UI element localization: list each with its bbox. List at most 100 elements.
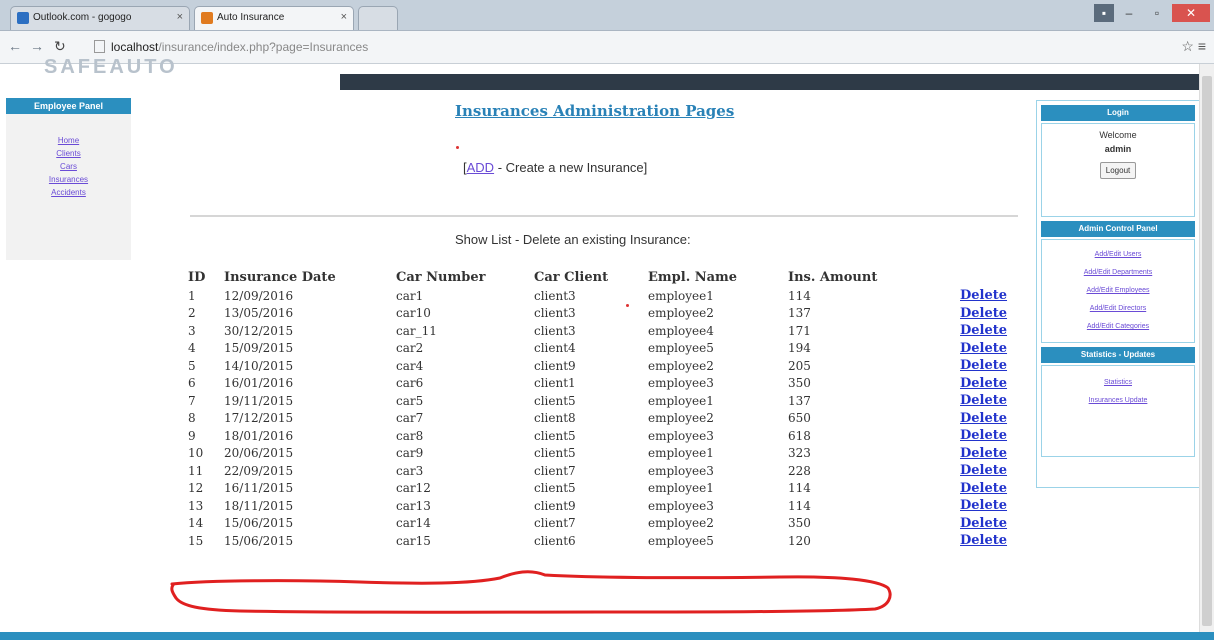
forward-arrow-icon[interactable]: → <box>30 38 44 54</box>
delete-link[interactable]: Delete <box>960 480 1030 498</box>
employee-panel-title: Employee Panel <box>6 98 131 114</box>
cell-car-number: car10 <box>396 306 431 321</box>
delete-link[interactable]: Delete <box>960 305 1030 323</box>
admin-link-departments[interactable]: Add/Edit Departments <box>1042 264 1194 282</box>
cell-insurance-date: 18/01/2016 <box>224 428 294 443</box>
cell-car-client: client5 <box>534 446 576 461</box>
nav-link-clients[interactable]: Clients <box>6 147 131 160</box>
cell-car-number: car14 <box>396 516 431 531</box>
cell-car-client: client4 <box>534 341 576 356</box>
delete-link[interactable]: Delete <box>960 392 1030 410</box>
delete-link[interactable]: Delete <box>960 497 1030 515</box>
cell-employee-name: employee3 <box>648 428 714 443</box>
cell-id: 1 <box>188 288 196 303</box>
admin-panel-title: Admin Control Panel <box>1041 221 1195 237</box>
tab-close-icon[interactable]: × <box>341 11 347 23</box>
cell-car-number: car1 <box>396 288 424 303</box>
cell-insurance-amount: 137 <box>788 393 811 408</box>
cell-id: 11 <box>188 463 204 478</box>
new-tab-button[interactable] <box>358 6 398 30</box>
table-row: 1 12/09/2016 car1 client3 employee1 114 Delete <box>188 287 1030 305</box>
admin-link-users[interactable]: Add/Edit Users <box>1042 246 1194 264</box>
tab-auto-insurance[interactable]: Auto Insurance × <box>194 6 354 30</box>
cell-insurance-date: 30/12/2015 <box>224 323 294 338</box>
address-bar[interactable]: localhost/insurance/index.php?page=Insur… <box>94 37 1144 57</box>
table-row: 7 19/11/2015 car5 client5 employee1 137 Delete <box>188 392 1030 410</box>
delete-link[interactable]: Delete <box>960 462 1030 480</box>
delete-link[interactable]: Delete <box>960 375 1030 393</box>
nav-link-accidents[interactable]: Accidents <box>6 186 131 199</box>
cell-car-client: client7 <box>534 516 576 531</box>
table-row: 10 20/06/2015 car9 client5 employee1 323 Delet… <box>188 445 1030 463</box>
minimize-button[interactable]: – <box>1116 4 1142 22</box>
delete-link[interactable]: Delete <box>960 410 1030 428</box>
table-row: 5 14/10/2015 car4 client9 employee2 205 Delete <box>188 357 1030 375</box>
delete-link[interactable]: Delete <box>960 357 1030 375</box>
delete-link[interactable]: Delete <box>960 322 1030 340</box>
divider <box>190 215 1018 217</box>
employee-panel-links: Home Clients Cars Insurances Accidents <box>6 114 131 199</box>
stats-panel-title: Statistics - Updates <box>1041 347 1195 363</box>
back-arrow-icon[interactable]: ← <box>8 38 22 54</box>
delete-link[interactable]: Delete <box>960 515 1030 533</box>
cell-id: 5 <box>188 358 196 373</box>
cell-id: 4 <box>188 341 196 356</box>
tab-outlook[interactable]: Outlook.com - gogogo × <box>10 6 190 30</box>
cell-employee-name: employee3 <box>648 463 714 478</box>
cell-insurance-amount: 194 <box>788 341 811 356</box>
cell-car-number: car9 <box>396 446 424 461</box>
cell-car-client: client5 <box>534 481 576 496</box>
cell-insurance-amount: 120 <box>788 533 811 548</box>
cell-insurance-amount: 650 <box>788 411 811 426</box>
cell-insurance-date: 15/06/2015 <box>224 516 294 531</box>
tab-title: Outlook.com - gogogo <box>33 12 132 23</box>
logout-button[interactable]: Logout <box>1099 162 1137 179</box>
admin-link-employees[interactable]: Add/Edit Employees <box>1042 282 1194 300</box>
cell-employee-name: employee5 <box>648 533 714 548</box>
delete-link[interactable]: Delete <box>960 287 1030 305</box>
cell-employee-name: employee2 <box>648 358 714 373</box>
cell-insurance-amount: 350 <box>788 516 811 531</box>
outlook-favicon-icon <box>17 12 29 24</box>
delete-link[interactable]: Delete <box>960 427 1030 445</box>
header-car-client: Car Client <box>534 269 609 285</box>
add-insurance-line: [ADD - Create a new Insurance] <box>463 160 647 175</box>
page-scrollbar[interactable] <box>1199 64 1214 640</box>
cell-insurance-amount: 137 <box>788 306 811 321</box>
add-insurance-link[interactable]: ADD <box>467 160 494 175</box>
nav-link-cars[interactable]: Cars <box>6 160 131 173</box>
cell-insurance-amount: 171 <box>788 323 811 338</box>
tab-title: Auto Insurance <box>217 12 285 23</box>
reload-icon[interactable]: ↻ <box>54 38 66 55</box>
welcome-text: Welcome <box>1099 130 1137 140</box>
admin-link-directors[interactable]: Add/Edit Directors <box>1042 300 1194 318</box>
sidebar-right: Login Welcome admin Logout Admin Control… <box>1036 100 1200 488</box>
nav-link-insurances[interactable]: Insurances <box>6 173 131 186</box>
admin-links-box: Add/Edit Users Add/Edit Departments Add/… <box>1041 239 1195 343</box>
cell-insurance-date: 16/01/2016 <box>224 376 294 391</box>
delete-link[interactable]: Delete <box>960 340 1030 358</box>
header-insurance-amount: Ins. Amount <box>788 269 878 285</box>
delete-link[interactable]: Delete <box>960 532 1030 550</box>
tab-close-icon[interactable]: × <box>177 11 183 23</box>
table-row: 3 30/12/2015 car_11 client3 employee4 171 Dele… <box>188 322 1030 340</box>
user-icon[interactable]: ▪ <box>1094 4 1114 22</box>
cell-insurance-date: 22/09/2015 <box>224 463 294 478</box>
maximize-button[interactable]: ▫ <box>1144 4 1170 22</box>
admin-link-categories[interactable]: Add/Edit Categories <box>1042 318 1194 336</box>
table-row: 6 16/01/2016 car6 client1 employee3 350 Delete <box>188 375 1030 393</box>
stats-link-statistics[interactable]: Statistics <box>1042 374 1194 392</box>
page-icon <box>94 40 105 53</box>
browser-toolbar: ← → ↻ localhost/insurance/index.php?page… <box>0 31 1214 64</box>
cell-id: 14 <box>188 516 204 531</box>
stats-link-insurances-update[interactable]: Insurances Update <box>1042 392 1194 410</box>
delete-link[interactable]: Delete <box>960 445 1030 463</box>
cell-car-number: car5 <box>396 393 424 408</box>
cell-car-number: car8 <box>396 428 424 443</box>
nav-link-home[interactable]: Home <box>6 134 131 147</box>
scrollbar-thumb[interactable] <box>1202 76 1212 626</box>
browser-menu-icons[interactable]: ☆ ≡ <box>1181 38 1206 55</box>
close-window-button[interactable]: ✕ <box>1172 4 1210 22</box>
cell-car-number: car12 <box>396 481 431 496</box>
stray-mark <box>456 146 459 149</box>
